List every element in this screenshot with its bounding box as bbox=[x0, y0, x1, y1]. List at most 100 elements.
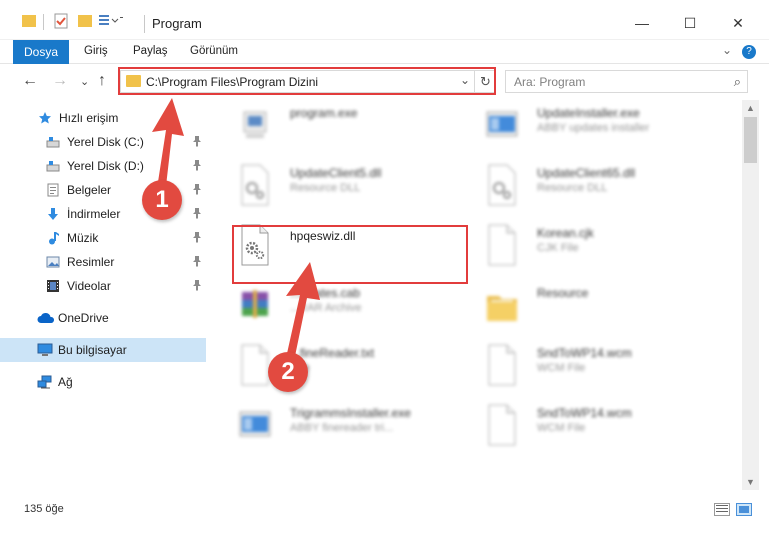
title-divider bbox=[144, 15, 145, 33]
search-icon[interactable]: ⌕ bbox=[734, 74, 741, 90]
pin-icon[interactable] bbox=[192, 279, 202, 294]
sidebar-item-music[interactable]: Müzik bbox=[0, 226, 206, 250]
drive-icon bbox=[46, 135, 60, 149]
music-icon bbox=[46, 231, 60, 245]
step-1-badge: 1 bbox=[142, 180, 182, 220]
scroll-down-icon[interactable]: ▼ bbox=[742, 474, 759, 490]
file-name: Korean.cjk bbox=[537, 226, 594, 240]
search-input[interactable] bbox=[514, 74, 714, 90]
blank-file-icon bbox=[485, 224, 519, 266]
file-item[interactable]: UpdateClient5.dll Resource DLL bbox=[218, 156, 458, 214]
details-view-icon[interactable] bbox=[714, 503, 730, 516]
file-name: TrigrammsInstaller.exe bbox=[290, 406, 411, 420]
file-item[interactable]: TrigrammsInstaller.exe ABBY finereader t… bbox=[218, 396, 458, 454]
file-item[interactable]: SndToWP14.wcm WCM File bbox=[465, 396, 705, 454]
sidebar-item-label: Resimler bbox=[67, 255, 115, 269]
sidebar-item-label: Yerel Disk (D:) bbox=[67, 159, 144, 173]
sidebar-item-network[interactable]: Ağ bbox=[0, 370, 206, 394]
step-2-badge: 2 bbox=[268, 352, 308, 392]
up-button[interactable]: ↑ bbox=[98, 72, 106, 90]
file-name: SndToWP14.wcm bbox=[537, 406, 632, 420]
scroll-up-icon[interactable]: ▲ bbox=[742, 100, 759, 116]
tab-share[interactable]: Paylaş bbox=[133, 45, 168, 57]
file-type: ABBY finereader tri... bbox=[290, 422, 394, 434]
pin-icon[interactable] bbox=[192, 135, 202, 150]
file-item[interactable]: UpdateClient65.dll Resource DLL bbox=[465, 156, 705, 214]
exe-icon bbox=[238, 104, 272, 146]
pin-icon[interactable] bbox=[192, 231, 202, 246]
sidebar-item-local-disk-d[interactable]: Yerel Disk (D:) bbox=[0, 154, 206, 178]
forward-button[interactable]: → bbox=[52, 72, 68, 90]
videos-icon bbox=[46, 279, 60, 293]
file-name: SndToWP14.wcm bbox=[537, 346, 632, 360]
tab-view[interactable]: Görünüm bbox=[190, 45, 238, 57]
file-type: Resource DLL bbox=[290, 182, 361, 194]
customize-icon[interactable] bbox=[98, 13, 124, 32]
sidebar-item-videos[interactable]: Videolar bbox=[0, 274, 206, 298]
window-title: Program bbox=[152, 16, 202, 31]
file-type: Resource DLL bbox=[537, 182, 608, 194]
title-bar: Program — ☐ ✕ bbox=[0, 0, 769, 40]
back-button[interactable]: ← bbox=[22, 72, 38, 90]
cloud-icon bbox=[37, 311, 55, 325]
sidebar-item-quick-access[interactable]: Hızlı erişim bbox=[0, 106, 206, 130]
pin-icon[interactable] bbox=[192, 183, 202, 198]
installer-icon bbox=[485, 104, 519, 146]
minimize-button[interactable]: — bbox=[620, 8, 664, 38]
file-item[interactable]: UpdateInstaller.exe ABBY updates install… bbox=[465, 100, 705, 154]
sidebar-item-this-pc[interactable]: Bu bilgisayar bbox=[0, 338, 206, 362]
sidebar-item-label: Videolar bbox=[67, 279, 111, 293]
item-count: 135 öğe bbox=[24, 503, 64, 515]
file-item[interactable]: ...fineReader.txt ...ile bbox=[218, 336, 458, 394]
toolbar-divider bbox=[43, 14, 44, 30]
sidebar-item-label: Müzik bbox=[67, 231, 99, 245]
file-item[interactable]: Resource bbox=[465, 276, 705, 334]
drive-icon bbox=[46, 159, 60, 173]
large-icons-view-icon[interactable] bbox=[736, 503, 752, 516]
help-icon[interactable]: ? bbox=[742, 45, 756, 59]
sidebar-item-pictures[interactable]: Resimler bbox=[0, 250, 206, 274]
file-name: Resource bbox=[537, 286, 589, 300]
documents-icon bbox=[46, 183, 60, 197]
installer-icon bbox=[238, 404, 272, 446]
file-type: ABBY updates installer bbox=[537, 122, 650, 134]
status-bar: 135 öğe bbox=[0, 498, 769, 522]
sidebar-item-onedrive[interactable]: OneDrive bbox=[0, 306, 206, 330]
pictures-icon bbox=[46, 255, 60, 269]
recent-locations-button[interactable]: ⌄ bbox=[80, 75, 89, 88]
close-button[interactable]: ✕ bbox=[716, 8, 760, 38]
file-item[interactable]: ...ificates.cab ...RAR Archive bbox=[218, 276, 458, 334]
sidebar-item-local-disk-c[interactable]: Yerel Disk (C:) bbox=[0, 130, 206, 154]
file-type: WCM File bbox=[537, 362, 586, 374]
pin-icon[interactable] bbox=[192, 255, 202, 270]
sidebar-item-label: Ağ bbox=[58, 375, 73, 389]
sidebar-item-label: Yerel Disk (C:) bbox=[67, 135, 144, 149]
sidebar-item-label: İndirmeler bbox=[67, 207, 121, 221]
pin-icon[interactable] bbox=[192, 207, 202, 222]
star-icon bbox=[38, 111, 52, 125]
file-list: program.exe UpdateInstaller.exe ABBY upd… bbox=[210, 100, 742, 490]
file-type: WCM File bbox=[537, 422, 586, 434]
download-icon bbox=[46, 207, 60, 221]
vertical-scrollbar[interactable]: ▲ ▼ bbox=[742, 100, 759, 490]
computer-icon bbox=[37, 343, 53, 357]
properties-check-icon[interactable] bbox=[54, 13, 68, 32]
file-item[interactable]: SndToWP14.wcm WCM File bbox=[465, 336, 705, 394]
ribbon-collapse-icon[interactable]: ⌄ bbox=[722, 43, 732, 57]
file-item[interactable]: Korean.cjk CJK File bbox=[465, 216, 705, 274]
tab-home[interactable]: Giriş bbox=[84, 45, 108, 57]
sidebar-item-label: Belgeler bbox=[67, 183, 112, 197]
tab-file[interactable]: Dosya bbox=[13, 40, 69, 64]
file-name: UpdateInstaller.exe bbox=[537, 106, 640, 120]
scroll-thumb[interactable] bbox=[744, 117, 757, 163]
file-item[interactable]: program.exe bbox=[218, 100, 458, 154]
dll-icon bbox=[485, 164, 519, 206]
pin-icon[interactable] bbox=[192, 159, 202, 174]
search-box[interactable]: ⌕ bbox=[505, 70, 748, 93]
maximize-button[interactable]: ☐ bbox=[668, 8, 712, 38]
ribbon-tabs: Dosya Giriş Paylaş Görünüm ⌄ ? bbox=[0, 40, 769, 64]
text-file-icon bbox=[238, 344, 272, 386]
file-name: ...ificates.cab bbox=[290, 286, 361, 300]
new-folder-icon[interactable] bbox=[78, 15, 92, 27]
folder-icon bbox=[485, 284, 519, 326]
